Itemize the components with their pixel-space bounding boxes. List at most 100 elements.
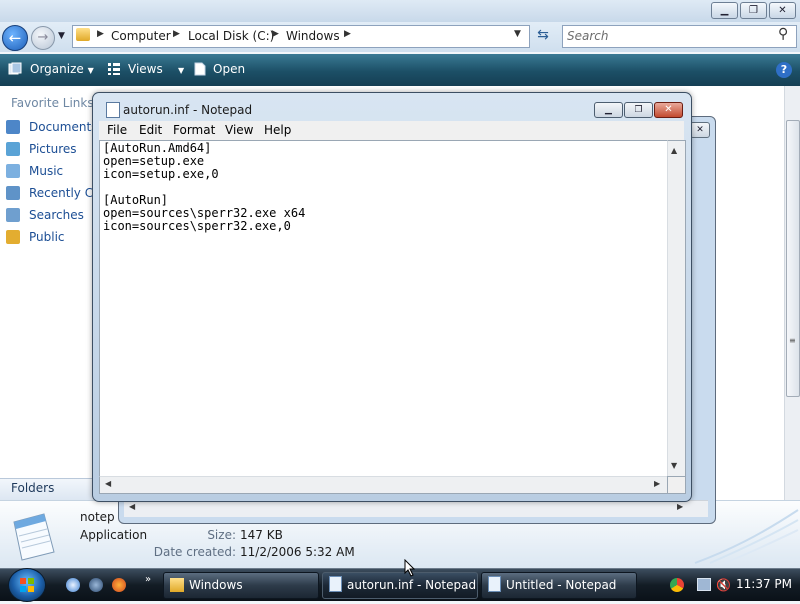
sidebar-item-label: Documents bbox=[29, 120, 98, 134]
breadcrumb-arrow[interactable]: ▶ bbox=[173, 29, 180, 39]
documents-icon bbox=[6, 120, 20, 134]
help-button[interactable]: ? bbox=[776, 62, 792, 78]
sidebar-item-label: Music bbox=[29, 164, 64, 178]
notepad-horizontal-scrollbar[interactable] bbox=[99, 476, 669, 494]
taskbar-item-label: Untitled - Notepad bbox=[506, 578, 617, 592]
pictures-icon bbox=[6, 142, 20, 156]
notepad-icon bbox=[329, 576, 342, 592]
clock[interactable]: 11:37 PM bbox=[736, 577, 792, 591]
scroll-right-icon[interactable]: ▶ bbox=[677, 502, 683, 511]
notepad-icon bbox=[106, 102, 120, 118]
breadcrumb-arrow[interactable]: ▶ bbox=[344, 29, 351, 39]
background-window-scrollbar[interactable] bbox=[124, 500, 708, 517]
search-placeholder: Search bbox=[567, 29, 609, 43]
details-created-label: Date created: bbox=[153, 545, 236, 559]
firefox-icon[interactable] bbox=[112, 578, 126, 592]
help-icon: ? bbox=[780, 63, 788, 76]
menu-format[interactable]: Format bbox=[173, 123, 215, 137]
quicklaunch-more-button[interactable]: » bbox=[145, 574, 151, 585]
forward-button[interactable]: → bbox=[31, 26, 55, 50]
public-folder-icon bbox=[6, 230, 20, 244]
organize-icon bbox=[8, 62, 22, 75]
sidebar-item-pictures[interactable]: Pictures bbox=[6, 142, 77, 160]
open-icon bbox=[194, 62, 206, 76]
scroll-down-icon[interactable]: ▼ bbox=[671, 461, 677, 470]
search-icon[interactable]: ⚲ bbox=[778, 26, 788, 42]
explorer-minimize-button[interactable]: ▁ bbox=[711, 2, 738, 19]
organize-label: Organize bbox=[30, 62, 84, 76]
taskbar-item-autorun-notepad[interactable]: autorun.inf - Notepad bbox=[322, 572, 478, 599]
views-button[interactable]: Views ▼ bbox=[128, 62, 184, 76]
taskbar-item-label: Windows bbox=[189, 578, 243, 592]
folder-icon bbox=[76, 28, 90, 41]
scroll-up-icon[interactable]: ▲ bbox=[671, 146, 677, 155]
menu-view[interactable]: View bbox=[225, 123, 253, 137]
details-created-value: 11/2/2006 5:32 AM bbox=[240, 545, 355, 559]
scroll-right-icon[interactable]: ▶ bbox=[654, 479, 660, 488]
windows-logo-icon bbox=[20, 578, 34, 592]
breadcrumb-arrow[interactable]: ▶ bbox=[272, 29, 279, 39]
internet-explorer-icon[interactable] bbox=[66, 578, 80, 592]
breadcrumb-arrow[interactable]: ▶ bbox=[97, 29, 104, 39]
taskbar-item-windows[interactable]: Windows bbox=[163, 572, 319, 599]
sidebar-item-label: Public bbox=[29, 230, 65, 244]
notepad-vertical-scrollbar[interactable] bbox=[667, 140, 686, 478]
chevron-down-icon: ▼ bbox=[178, 66, 185, 75]
menu-help[interactable]: Help bbox=[264, 123, 291, 137]
network-icon[interactable] bbox=[697, 578, 711, 591]
background-window-close-button[interactable]: ✕ bbox=[690, 122, 710, 138]
back-button[interactable]: ← bbox=[2, 25, 28, 51]
explorer-maximize-button[interactable]: ❐ bbox=[740, 2, 767, 19]
breadcrumb-windows[interactable]: Windows bbox=[286, 29, 340, 43]
browser-tray-icon[interactable] bbox=[670, 578, 684, 592]
forward-arrow-icon: → bbox=[37, 30, 49, 45]
sidebar-item-public[interactable]: Public bbox=[6, 230, 65, 248]
scroll-left-icon[interactable]: ◀ bbox=[129, 502, 135, 511]
media-icon[interactable] bbox=[89, 578, 103, 592]
notepad-text-content[interactable]: [AutoRun.Amd64] open=setup.exe icon=setu… bbox=[103, 142, 305, 233]
sidebar-item-searches[interactable]: Searches bbox=[6, 208, 84, 226]
mouse-cursor-icon bbox=[404, 559, 416, 577]
taskbar-item-untitled-notepad[interactable]: Untitled - Notepad bbox=[481, 572, 637, 599]
notepad-icon bbox=[488, 576, 501, 592]
back-arrow-icon: ← bbox=[8, 29, 22, 47]
notepad-close-button[interactable]: ✕ bbox=[654, 102, 683, 118]
sidebar-item-label: Pictures bbox=[29, 142, 77, 156]
details-size-label: Size: bbox=[207, 528, 236, 542]
sidebar-item-label: Recently Ch bbox=[29, 186, 101, 200]
refresh-button[interactable]: ⇆ bbox=[534, 26, 552, 45]
scroll-left-icon[interactable]: ◀ bbox=[105, 479, 111, 488]
recent-icon bbox=[6, 186, 20, 200]
open-button[interactable]: Open bbox=[213, 62, 245, 76]
breadcrumb-computer[interactable]: Computer bbox=[111, 29, 171, 43]
file-list-scrollbar-thumb[interactable] bbox=[786, 120, 800, 397]
sidebar-item-documents[interactable]: Documents bbox=[6, 120, 97, 138]
organize-button[interactable]: Organize ▼ bbox=[30, 62, 94, 76]
views-label: Views bbox=[128, 62, 163, 76]
notepad-maximize-button[interactable]: ❐ bbox=[624, 102, 653, 118]
recent-pages-dropdown[interactable]: ▼ bbox=[58, 31, 65, 41]
sidebar-item-label: Searches bbox=[29, 208, 84, 222]
volume-muted-icon[interactable]: 🔇 bbox=[716, 578, 731, 592]
explorer-close-button[interactable]: ✕ bbox=[769, 2, 796, 19]
menu-file[interactable]: File bbox=[107, 123, 127, 137]
notepad-minimize-button[interactable]: ▁ bbox=[594, 102, 623, 118]
address-history-dropdown[interactable]: ▼ bbox=[514, 29, 521, 39]
folders-label: Folders bbox=[11, 481, 55, 495]
music-icon bbox=[6, 164, 20, 178]
menu-edit[interactable]: Edit bbox=[139, 123, 162, 137]
details-file-name: notep bbox=[80, 510, 115, 524]
searches-icon bbox=[6, 208, 20, 222]
sidebar-item-recently-changed[interactable]: Recently Ch bbox=[6, 186, 101, 204]
chevron-down-icon: ▼ bbox=[87, 66, 94, 75]
refresh-icon: ⇆ bbox=[537, 27, 549, 43]
folder-icon bbox=[170, 578, 184, 592]
notepad-size-grip[interactable] bbox=[667, 476, 686, 494]
scroll-grip-icon: ≡ bbox=[789, 336, 796, 345]
notepad-title: autorun.inf - Notepad bbox=[123, 103, 253, 117]
details-size-value: 147 KB bbox=[240, 528, 283, 542]
breadcrumb-local-disk[interactable]: Local Disk (C:) bbox=[188, 29, 274, 43]
views-icon bbox=[108, 63, 120, 75]
start-button[interactable] bbox=[8, 568, 46, 602]
sidebar-item-music[interactable]: Music bbox=[6, 164, 63, 182]
